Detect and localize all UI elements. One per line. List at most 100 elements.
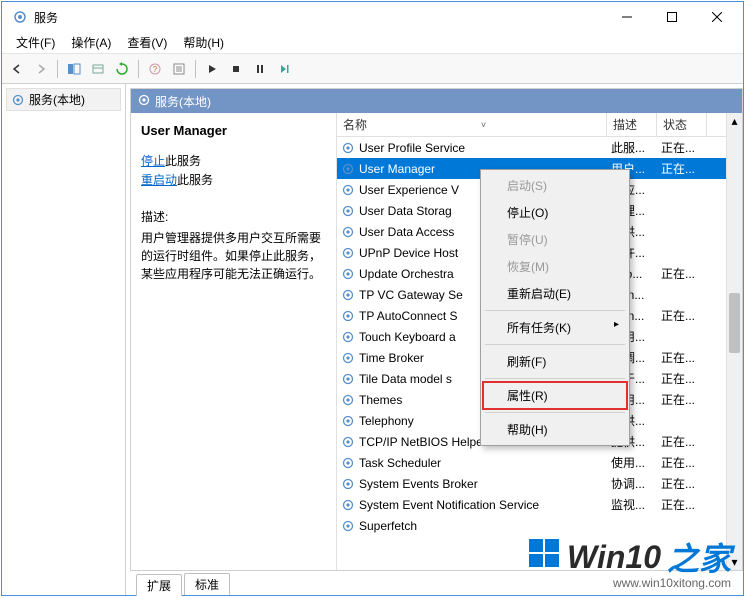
close-button[interactable] <box>694 3 739 32</box>
minimize-button[interactable] <box>604 3 649 32</box>
context-menu: 启动(S) 停止(O) 暂停(U) 恢复(M) 重新启动(E) 所有任务(K) … <box>480 169 630 446</box>
service-status-cell: 正在... <box>657 349 707 366</box>
refresh-button[interactable] <box>111 58 133 80</box>
menu-restart[interactable]: 重新启动(E) <box>483 280 627 307</box>
service-row[interactable]: Task Scheduler使用...正在... <box>337 452 742 473</box>
service-name-label: Time Broker <box>359 351 424 365</box>
svg-text:?: ? <box>153 65 158 74</box>
gear-icon <box>341 330 355 344</box>
menu-properties[interactable]: 属性(R) <box>483 382 627 409</box>
menu-refresh[interactable]: 刷新(F) <box>483 348 627 375</box>
service-status-cell: 正在... <box>657 265 707 282</box>
service-desc-cell: 协调... <box>607 475 657 492</box>
tree-root-services[interactable]: 服务(本地) <box>6 88 121 111</box>
service-name-cell: System Event Notification Service <box>337 498 607 512</box>
menu-help[interactable]: 帮助(H) <box>483 416 627 443</box>
gear-icon <box>341 477 355 491</box>
service-name-label: User Manager <box>359 162 435 176</box>
maximize-button[interactable] <box>649 3 694 32</box>
column-header-status[interactable]: 状态 <box>657 113 707 136</box>
window-title: 服务 <box>34 9 58 26</box>
right-panel: 服务(本地) User Manager 停止此服务 重启动此服务 描述: 用户管… <box>126 84 743 595</box>
service-status-cell: 正在... <box>657 160 707 177</box>
service-name-label: Tile Data model s <box>359 372 452 386</box>
back-button[interactable] <box>6 58 28 80</box>
service-desc-cell: 使用... <box>607 454 657 471</box>
gear-icon <box>137 93 151 110</box>
sort-arrow-icon: ˅ <box>481 120 486 130</box>
gear-icon <box>341 393 355 407</box>
menu-all-tasks[interactable]: 所有任务(K) <box>483 314 627 341</box>
detail-pane: User Manager 停止此服务 重启动此服务 描述: 用户管理器提供多用户… <box>131 113 337 570</box>
menu-help[interactable]: 帮助(H) <box>175 32 232 53</box>
service-row[interactable]: System Event Notification Service监视...正在… <box>337 494 742 515</box>
gear-icon <box>341 372 355 386</box>
menu-stop[interactable]: 停止(O) <box>483 199 627 226</box>
service-name-label: User Profile Service <box>359 141 465 155</box>
scroll-down-button[interactable]: ▾ <box>727 554 742 570</box>
service-status-cell: 正在... <box>657 370 707 387</box>
restart-suffix: 此服务 <box>177 173 213 187</box>
stop-service-link[interactable]: 停止 <box>141 154 165 168</box>
tab-standard[interactable]: 标准 <box>184 573 230 595</box>
menubar: 文件(F) 操作(A) 查看(V) 帮助(H) <box>2 32 743 54</box>
body-area: 服务(本地) 服务(本地) User Manager 停止此服务 <box>2 84 743 595</box>
stop-service-button[interactable] <box>225 58 247 80</box>
vertical-scrollbar[interactable]: ▴ ▾ <box>726 113 742 570</box>
tab-extended[interactable]: 扩展 <box>136 574 182 596</box>
pause-service-button[interactable] <box>249 58 271 80</box>
show-hide-tree-button[interactable] <box>63 58 85 80</box>
service-name-label: Touch Keyboard a <box>359 330 456 344</box>
gear-icon <box>341 414 355 428</box>
restart-service-link[interactable]: 重启动 <box>141 173 177 187</box>
menu-pause[interactable]: 暂停(U) <box>483 226 627 253</box>
window-frame: 服务 文件(F) 操作(A) 查看(V) 帮助(H) ? <box>1 1 744 596</box>
description-label: 描述: <box>141 208 326 225</box>
service-row[interactable]: Superfetch <box>337 515 742 536</box>
gear-icon <box>341 141 355 155</box>
gear-icon <box>341 183 355 197</box>
help-button[interactable]: ? <box>144 58 166 80</box>
gear-icon <box>341 435 355 449</box>
description-text: 用户管理器提供多用户交互所需要的运行时组件。如果停止此服务，某些应用程序可能无法… <box>141 229 326 283</box>
export-list-button[interactable] <box>87 58 109 80</box>
properties-button[interactable] <box>168 58 190 80</box>
restart-service-button[interactable] <box>273 58 295 80</box>
service-status-cell: 正在... <box>657 433 707 450</box>
column-header-name[interactable]: 名称 ˅ <box>337 113 607 136</box>
scroll-thumb[interactable] <box>729 293 740 353</box>
start-service-button[interactable] <box>201 58 223 80</box>
service-name-label: Task Scheduler <box>359 456 441 470</box>
tab-strip: 扩展 标准 <box>130 571 743 595</box>
service-name-label: TP VC Gateway Se <box>359 288 463 302</box>
service-name-cell: User Profile Service <box>337 141 607 155</box>
service-status-cell: 正在... <box>657 307 707 324</box>
scroll-up-button[interactable]: ▴ <box>727 113 742 129</box>
service-status-cell: 正在... <box>657 139 707 156</box>
tree-pane: 服务(本地) <box>2 84 126 595</box>
detail-service-title: User Manager <box>141 123 326 138</box>
menu-file[interactable]: 文件(F) <box>8 32 63 53</box>
gear-icon <box>11 93 25 107</box>
gear-icon <box>341 204 355 218</box>
service-row[interactable]: System Events Broker协调...正在... <box>337 473 742 494</box>
titlebar: 服务 <box>2 2 743 32</box>
service-status-cell: 正在... <box>657 391 707 408</box>
service-name-label: Update Orchestra <box>359 267 454 281</box>
app-icon <box>12 9 28 25</box>
list-header: 名称 ˅ 描述 状态 <box>337 113 742 137</box>
gear-icon <box>341 351 355 365</box>
gear-icon <box>341 162 355 176</box>
panel-header-title: 服务(本地) <box>155 93 211 110</box>
forward-button[interactable] <box>30 58 52 80</box>
service-name-label: TCP/IP NetBIOS Helper <box>359 435 487 449</box>
menu-start[interactable]: 启动(S) <box>483 172 627 199</box>
menu-action[interactable]: 操作(A) <box>63 32 119 53</box>
service-name-label: Themes <box>359 393 402 407</box>
service-row[interactable]: User Profile Service此服...正在... <box>337 137 742 158</box>
gear-icon <box>341 519 355 533</box>
column-header-desc[interactable]: 描述 <box>607 113 657 136</box>
menu-view[interactable]: 查看(V) <box>119 32 175 53</box>
service-name-label: User Data Access <box>359 225 454 239</box>
menu-resume[interactable]: 恢复(M) <box>483 253 627 280</box>
